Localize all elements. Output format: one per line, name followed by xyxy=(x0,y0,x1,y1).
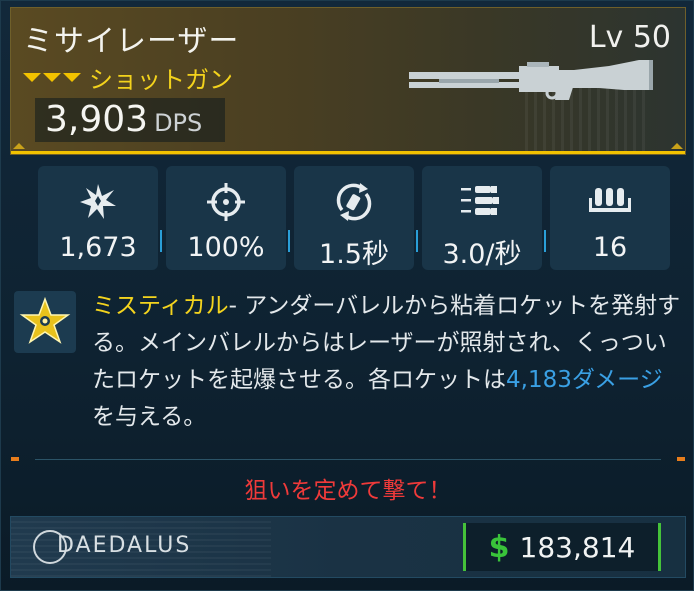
price-box: $ 183,814 xyxy=(463,523,661,571)
rarity-label: ミスティカル xyxy=(92,293,229,319)
shotgun-icon xyxy=(409,60,653,100)
corner-marker xyxy=(13,143,25,149)
stat-magazine: 16 xyxy=(544,166,670,270)
burst-damage-icon xyxy=(80,184,116,219)
stats-row: 1,673 100% 1.5秒 3.0/秒 16 xyxy=(38,166,670,270)
bullets-fire-rate-icon xyxy=(461,186,499,215)
divider xyxy=(35,459,661,460)
weapon-description: ミスティカル- アンダーバレルから粘着ロケットを発射する。メインバレルからはレー… xyxy=(92,288,682,436)
weapon-name: ミサイレーザー xyxy=(23,24,240,59)
price-value: 183,814 xyxy=(519,530,636,564)
reload-icon xyxy=(336,183,372,221)
description-text-end: を与える。 xyxy=(92,404,207,430)
magazine-icon xyxy=(589,188,631,212)
stat-separator xyxy=(416,230,418,252)
mystic-star-icon xyxy=(14,291,76,353)
stat-reload: 1.5秒 xyxy=(288,166,414,270)
manufacturer-name: DAEDALUS xyxy=(57,533,192,558)
stat-damage-value: 1,673 xyxy=(59,232,137,263)
dps-unit: DPS xyxy=(154,109,203,137)
stat-damage: 1,673 xyxy=(38,166,158,270)
rarity-bar xyxy=(11,151,685,154)
crosshair-accuracy-icon xyxy=(207,183,245,221)
stat-fire-rate-value: 3.0/秒 xyxy=(442,239,522,270)
weapon-card: ミサイレーザー ショットガン 3,903 DPS Lv 50 1,673 100… xyxy=(0,0,694,591)
dps-box: 3,903 DPS xyxy=(35,98,225,142)
stat-reload-value: 1.5秒 xyxy=(319,239,389,270)
divider-tick xyxy=(11,457,19,461)
stat-fire-rate: 3.0/秒 xyxy=(416,166,542,270)
currency-icon: $ xyxy=(488,529,510,565)
weapon-header: ミサイレーザー ショットガン 3,903 DPS Lv 50 xyxy=(10,7,686,155)
dps-value: 3,903 xyxy=(45,99,149,140)
rarity-chevrons-icon xyxy=(23,73,81,82)
stat-separator xyxy=(544,230,546,252)
stat-separator xyxy=(288,230,290,252)
stat-accuracy-value: 100% xyxy=(187,232,265,263)
corner-marker xyxy=(671,143,683,149)
mystic-star-glyph xyxy=(19,296,71,344)
weapon-type-row: ショットガン xyxy=(23,60,233,95)
weapon-type: ショットガン xyxy=(89,66,233,94)
stat-magazine-value: 16 xyxy=(592,232,628,263)
flavor-text: 狙いを定めて撃て！ xyxy=(244,478,452,504)
footer: DAEDALUS $ 183,814 xyxy=(10,516,686,578)
damage-value: 4,183ダメージ xyxy=(506,367,663,393)
weapon-level: Lv 50 xyxy=(588,20,671,55)
stat-separator xyxy=(160,230,162,252)
divider-tick xyxy=(677,457,685,461)
stat-accuracy: 100% xyxy=(160,166,286,270)
